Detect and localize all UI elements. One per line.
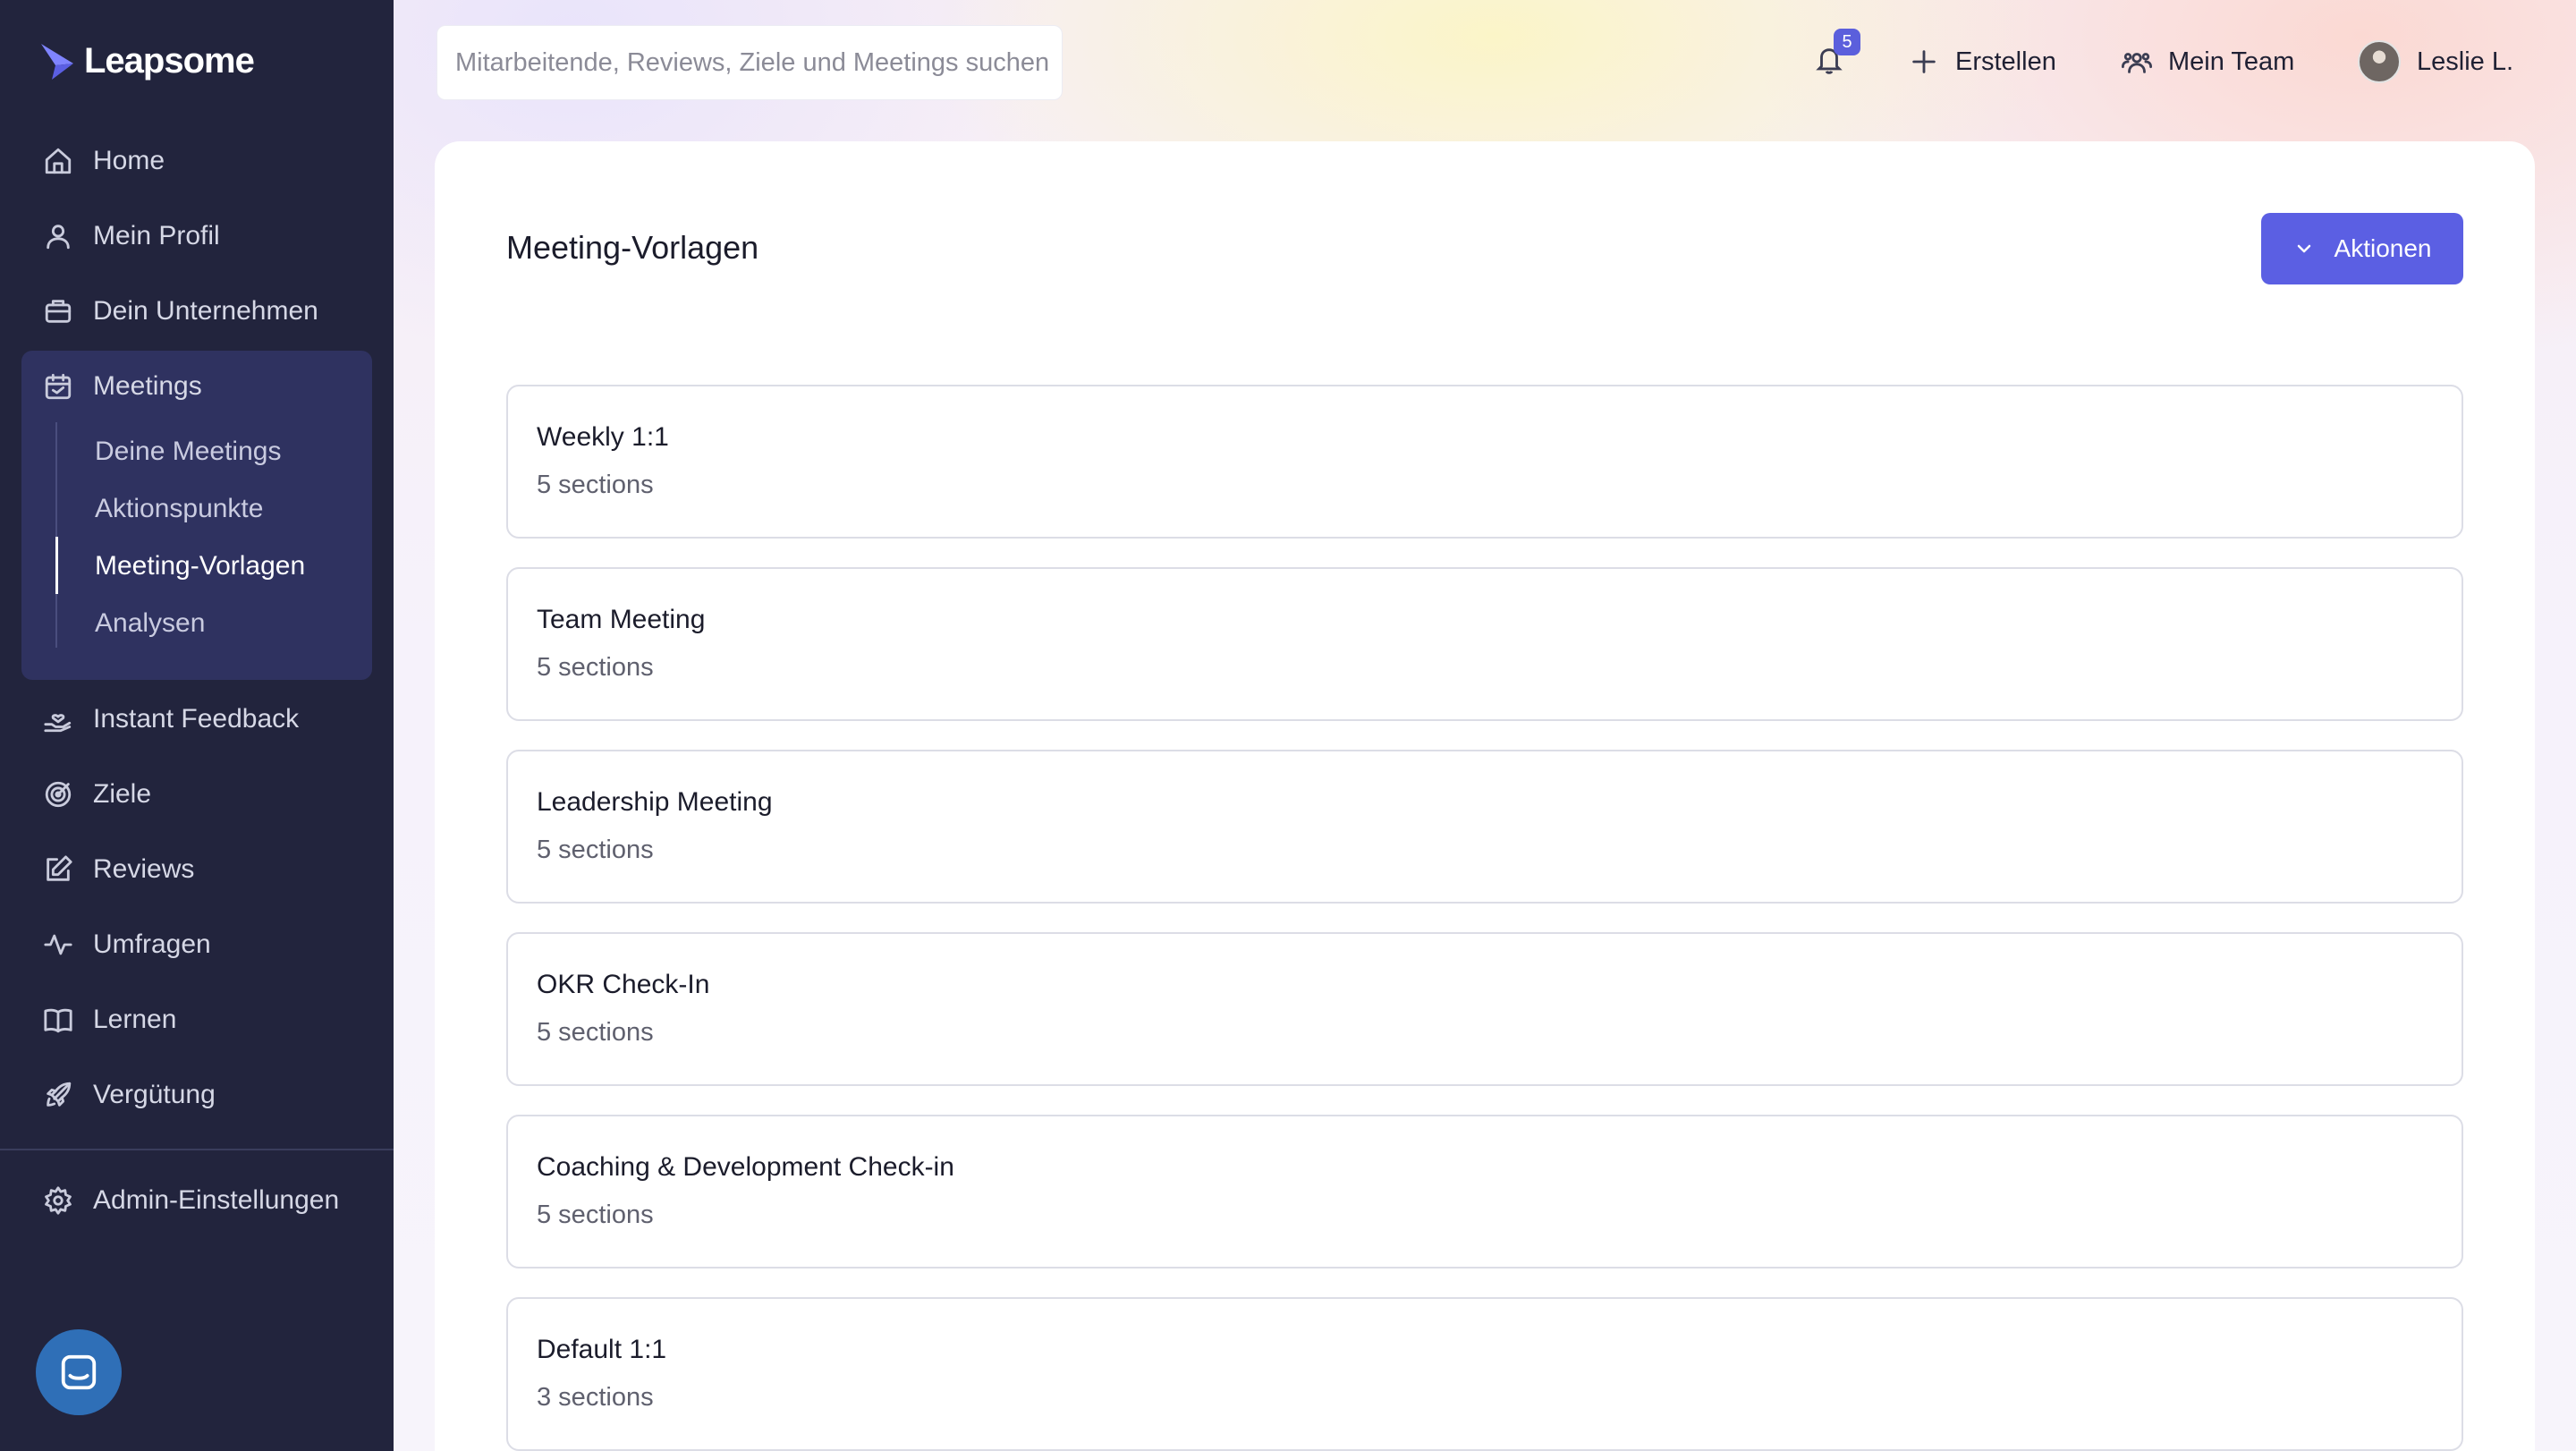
user-menu[interactable]: Leslie L.: [2358, 39, 2513, 84]
template-card-coaching-development[interactable]: Coaching & Development Check-in 5 sectio…: [506, 1115, 2463, 1269]
sidebar-item-lernen[interactable]: Lernen: [43, 995, 176, 1045]
submenu-line: [55, 422, 57, 648]
template-card-okr-check-in[interactable]: OKR Check-In 5 sections: [506, 932, 2463, 1086]
sidebar: Leapsome Home Mein Profil Dein Unternehm…: [0, 0, 394, 1451]
target-icon: [43, 779, 73, 810]
calendar-icon: [43, 371, 73, 402]
sidebar-item-label: Vergütung: [93, 1080, 216, 1109]
avatar: [2358, 40, 2401, 83]
book-icon: [43, 1005, 73, 1035]
sidebar-subitem-deine-meetings[interactable]: Deine Meetings: [95, 429, 281, 474]
create-label: Erstellen: [1955, 47, 2056, 76]
sidebar-divider: [0, 1149, 394, 1150]
template-sections: 5 sections: [537, 653, 654, 682]
sidebar-item-label: Umfragen: [93, 929, 211, 959]
notification-count-badge: 5: [1834, 29, 1860, 55]
sidebar-subitem-analysen[interactable]: Analysen: [95, 601, 205, 646]
submenu-active-indicator: [55, 537, 58, 594]
template-sections: 5 sections: [537, 471, 654, 499]
sidebar-item-meetings[interactable]: Meetings: [43, 361, 202, 412]
my-team-label: Mein Team: [2168, 47, 2295, 76]
chevron-down-icon: [2297, 244, 2310, 253]
activity-icon: [43, 929, 73, 960]
briefcase-icon: [43, 296, 73, 327]
actions-dropdown-button[interactable]: Aktionen: [2261, 213, 2463, 284]
sidebar-item-label: Admin-Einstellungen: [93, 1185, 340, 1215]
sidebar-item-label: Reviews: [93, 854, 195, 884]
sidebar-item-label: Lernen: [93, 1005, 177, 1034]
search-input[interactable]: [455, 47, 1062, 78]
home-icon: [43, 146, 73, 176]
rocket-icon: [43, 1080, 73, 1110]
sidebar-item-label: Dein Unternehmen: [93, 296, 318, 326]
page-title: Meeting-Vorlagen: [506, 229, 759, 266]
sidebar-item-label: Meetings: [93, 371, 202, 401]
sidebar-item-mein-profil[interactable]: Mein Profil: [43, 211, 220, 261]
template-name: Weekly 1:1: [537, 422, 669, 452]
edit-icon: [43, 854, 73, 885]
actions-label: Aktionen: [2334, 234, 2432, 262]
template-sections: 5 sections: [537, 1018, 654, 1047]
sidebar-item-reviews[interactable]: Reviews: [43, 844, 194, 895]
sidebar-subitem-aktionspunkte[interactable]: Aktionspunkte: [95, 487, 263, 531]
template-name: Team Meeting: [537, 605, 706, 634]
template-name: Coaching & Development Check-in: [537, 1152, 954, 1182]
sidebar-item-verguetung[interactable]: Vergütung: [43, 1070, 216, 1120]
template-card-leadership-meeting[interactable]: Leadership Meeting 5 sections: [506, 750, 2463, 904]
sidebar-item-admin-einstellungen[interactable]: Admin-Einstellungen: [43, 1175, 339, 1226]
leapsome-logo-icon: [41, 43, 73, 80]
sidebar-item-dein-unternehmen[interactable]: Dein Unternehmen: [43, 286, 318, 336]
template-sections: 5 sections: [537, 836, 654, 864]
leapsome-logo[interactable]: Leapsome: [39, 41, 255, 81]
chat-icon: [61, 1354, 97, 1390]
my-team-button[interactable]: Mein Team: [2122, 39, 2294, 84]
plus-icon: [1912, 50, 1936, 73]
sidebar-item-ziele[interactable]: Ziele: [43, 769, 151, 819]
sidebar-item-home[interactable]: Home: [43, 136, 165, 186]
template-name: OKR Check-In: [537, 970, 710, 999]
sidebar-item-label: Home: [93, 146, 165, 175]
create-button[interactable]: Erstellen: [1909, 39, 2056, 84]
hand-heart-icon: [43, 704, 73, 734]
user-icon: [43, 221, 73, 251]
template-card-team-meeting[interactable]: Team Meeting 5 sections: [506, 567, 2463, 721]
template-sections: 3 sections: [537, 1383, 654, 1412]
brand-name: Leapsome: [84, 41, 255, 81]
template-card-default-1-1[interactable]: Default 1:1 3 sections: [506, 1297, 2463, 1451]
template-name: Default 1:1: [537, 1335, 667, 1364]
template-sections: 5 sections: [537, 1201, 654, 1229]
sidebar-item-label: Mein Profil: [93, 221, 220, 250]
template-name: Leadership Meeting: [537, 787, 773, 817]
sidebar-item-label: Instant Feedback: [93, 704, 300, 734]
template-card-weekly-1-1[interactable]: Weekly 1:1 5 sections: [506, 385, 2463, 539]
sidebar-subitem-meeting-vorlagen[interactable]: Meeting-Vorlagen: [95, 544, 305, 589]
sidebar-item-instant-feedback[interactable]: Instant Feedback: [43, 694, 299, 744]
gear-icon: [43, 1185, 73, 1216]
sidebar-item-umfragen[interactable]: Umfragen: [43, 920, 211, 970]
sidebar-item-label: Ziele: [93, 779, 152, 809]
chat-launcher-button[interactable]: [36, 1329, 122, 1415]
user-name: Leslie L.: [2417, 47, 2514, 76]
team-icon: [2122, 53, 2152, 73]
search-field[interactable]: [436, 25, 1063, 100]
